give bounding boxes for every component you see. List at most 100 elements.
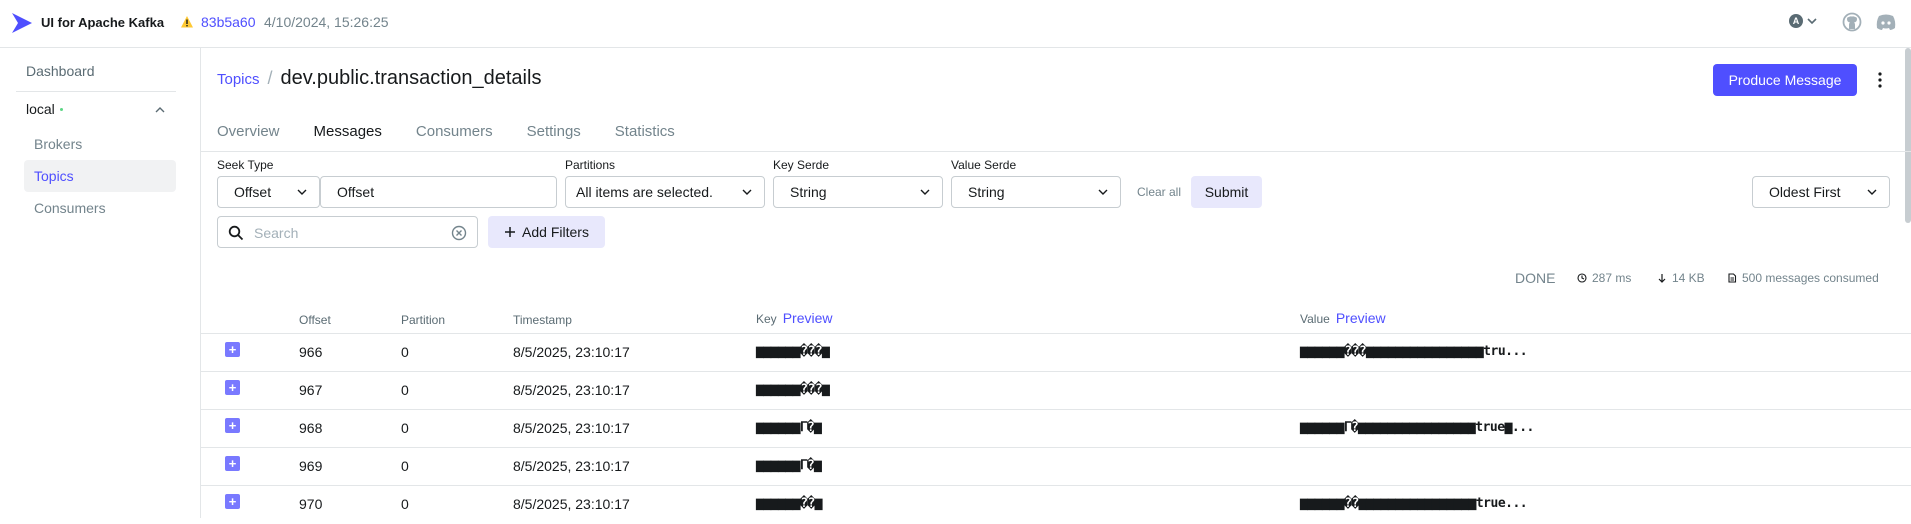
breadcrumb: Topics / dev.public.transaction_details [217, 67, 541, 90]
cell-key: ▆▆▆▆▆▆��▆ [756, 496, 822, 511]
column-header-timestamp: Timestamp [513, 313, 572, 327]
cell-key: ▆▆▆▆▆▆���▆ [756, 382, 830, 397]
cell-timestamp: 8/5/2025, 23:10:17 [513, 458, 630, 474]
cell-timestamp: 8/5/2025, 23:10:17 [513, 420, 630, 436]
key-serde-value: String [790, 184, 827, 200]
topic-tabs: Overview Messages Consumers Settings Sta… [217, 115, 709, 152]
add-filters-label: Add Filters [522, 224, 589, 240]
column-header-value: Value Preview [1300, 310, 1386, 326]
user-menu[interactable]: A [1789, 14, 1817, 28]
arrow-down-icon [1658, 274, 1666, 283]
sidebar-item-brokers[interactable]: Brokers [24, 128, 176, 160]
cell-value: ▆▆▆▆▆▆��▆▆▆▆▆▆▆▆▆▆▆▆▆▆▆▆true... [1300, 496, 1528, 511]
expand-row-button[interactable]: + [225, 342, 240, 357]
key-header-label: Key [756, 312, 777, 326]
offset-input[interactable]: Offset [320, 176, 557, 208]
sidebar-divider [16, 91, 176, 92]
partitions-label: Partitions [565, 158, 616, 172]
chevron-down-icon [920, 189, 930, 195]
plus-icon [505, 227, 516, 237]
chevron-down-icon [1807, 18, 1817, 25]
chevron-down-icon [1098, 189, 1108, 195]
cell-partition: 0 [401, 382, 409, 398]
sidebar-cluster-local[interactable]: local [26, 101, 63, 117]
seek-type-select[interactable]: Offset [217, 176, 320, 208]
app-title[interactable]: UI for Apache Kafka [41, 15, 164, 30]
chevron-up-icon[interactable] [154, 104, 166, 116]
clear-all-button[interactable]: Clear all [1137, 185, 1181, 199]
column-header-offset: Offset [299, 313, 331, 327]
sidebar-item-dashboard[interactable]: Dashboard [26, 63, 95, 79]
cell-timestamp: 8/5/2025, 23:10:17 [513, 344, 630, 360]
consume-status: DONE [1515, 270, 1556, 286]
submit-button[interactable]: Submit [1191, 176, 1262, 208]
sidebar-item-topics[interactable]: Topics [24, 160, 176, 192]
cell-key: ▆▆▆▆▆▆���▆ [756, 344, 830, 359]
produce-message-button[interactable]: Produce Message [1713, 64, 1857, 96]
value-serde-select[interactable]: String [951, 176, 1121, 208]
cell-partition: 0 [401, 344, 409, 360]
discord-icon[interactable] [1875, 12, 1897, 32]
expand-row-button[interactable]: + [225, 418, 240, 433]
offset-input-value: Offset [337, 184, 375, 200]
cell-key: ▆▆▆▆▆▆ᒥ�▆ [756, 420, 822, 435]
user-avatar: A [1789, 14, 1803, 28]
cell-value: ▆▆▆▆▆▆ᒥ�▆▆▆▆▆▆▆▆▆▆▆▆▆▆▆▆true▆... [1300, 420, 1534, 435]
partitions-value: All items are selected. [576, 184, 713, 200]
tab-consumers[interactable]: Consumers [416, 115, 493, 152]
kafka-logo-icon[interactable] [10, 11, 34, 35]
build-date: 4/10/2024, 15:26:25 [264, 14, 389, 30]
cell-partition: 0 [401, 458, 409, 474]
table-row[interactable]: + 970 0 8/5/2025, 23:10:17 ▆▆▆▆▆▆��▆ ▆▆▆… [201, 486, 1911, 524]
table-row[interactable]: + 966 0 8/5/2025, 23:10:17 ▆▆▆▆▆▆���▆ ▆▆… [201, 334, 1911, 372]
sort-order-select[interactable]: Oldest First [1752, 176, 1890, 208]
tab-messages[interactable]: Messages [298, 115, 397, 152]
search-placeholder: Search [254, 225, 299, 241]
table-row[interactable]: + 967 0 8/5/2025, 23:10:17 ▆▆▆▆▆▆���▆ [201, 372, 1911, 410]
key-serde-select[interactable]: String [773, 176, 943, 208]
top-bar: UI for Apache Kafka 83b5a60 4/10/2024, 1… [0, 0, 1911, 48]
expand-row-button[interactable]: + [225, 494, 240, 509]
cell-offset: 970 [299, 496, 323, 512]
partitions-select[interactable]: All items are selected. [565, 176, 765, 208]
cell-partition: 0 [401, 420, 409, 436]
sidebar-item-consumers[interactable]: Consumers [24, 192, 176, 224]
expand-row-button[interactable]: + [225, 456, 240, 471]
chevron-down-icon [742, 189, 752, 195]
search-field[interactable]: Search [217, 216, 478, 248]
page-title: dev.public.transaction_details [280, 67, 542, 89]
cell-timestamp: 8/5/2025, 23:10:17 [513, 496, 630, 512]
key-serde-label: Key Serde [773, 158, 830, 172]
tab-statistics[interactable]: Statistics [615, 115, 675, 152]
github-icon[interactable] [1842, 12, 1862, 32]
scrollbar[interactable] [1905, 48, 1911, 223]
breadcrumb-topics-link[interactable]: Topics [217, 71, 260, 88]
expand-row-button[interactable]: + [225, 380, 240, 395]
column-header-key: Key Preview [756, 310, 832, 326]
sidebar: Dashboard local Brokers Topics Consumers [0, 48, 201, 518]
cluster-status-dot [59, 107, 63, 111]
cell-value: ▆▆▆▆▆▆���▆▆▆▆▆▆▆▆▆▆▆▆▆▆▆▆tru... [1300, 344, 1528, 359]
cell-offset: 966 [299, 344, 323, 360]
clear-search-icon[interactable] [451, 225, 467, 241]
value-serde-label: Value Serde [951, 158, 1017, 172]
consumed-value: 500 messages consumed [1742, 271, 1879, 285]
column-header-partition: Partition [401, 313, 446, 327]
table-row[interactable]: + 969 0 8/5/2025, 23:10:17 ▆▆▆▆▆▆ᒥ�▆ [201, 448, 1911, 486]
elapsed-value: 287 ms [1592, 271, 1632, 285]
size-stat: 14 KB [1657, 271, 1705, 285]
table-row[interactable]: + 968 0 8/5/2025, 23:10:17 ▆▆▆▆▆▆ᒥ�▆ ▆▆▆… [201, 410, 1911, 448]
tab-overview[interactable]: Overview [217, 115, 280, 152]
add-filters-button[interactable]: Add Filters [488, 216, 605, 248]
consumed-stat: 500 messages consumed [1727, 271, 1879, 285]
value-preview-link[interactable]: Preview [1336, 310, 1386, 326]
cell-timestamp: 8/5/2025, 23:10:17 [513, 382, 630, 398]
key-preview-link[interactable]: Preview [783, 310, 833, 326]
commit-link[interactable]: 83b5a60 [201, 14, 256, 30]
file-icon [1728, 273, 1737, 283]
tab-settings[interactable]: Settings [527, 115, 581, 152]
warning-icon [181, 16, 193, 28]
sort-order-value: Oldest First [1769, 184, 1841, 200]
cell-offset: 969 [299, 458, 323, 474]
more-options-icon[interactable] [1874, 70, 1886, 90]
